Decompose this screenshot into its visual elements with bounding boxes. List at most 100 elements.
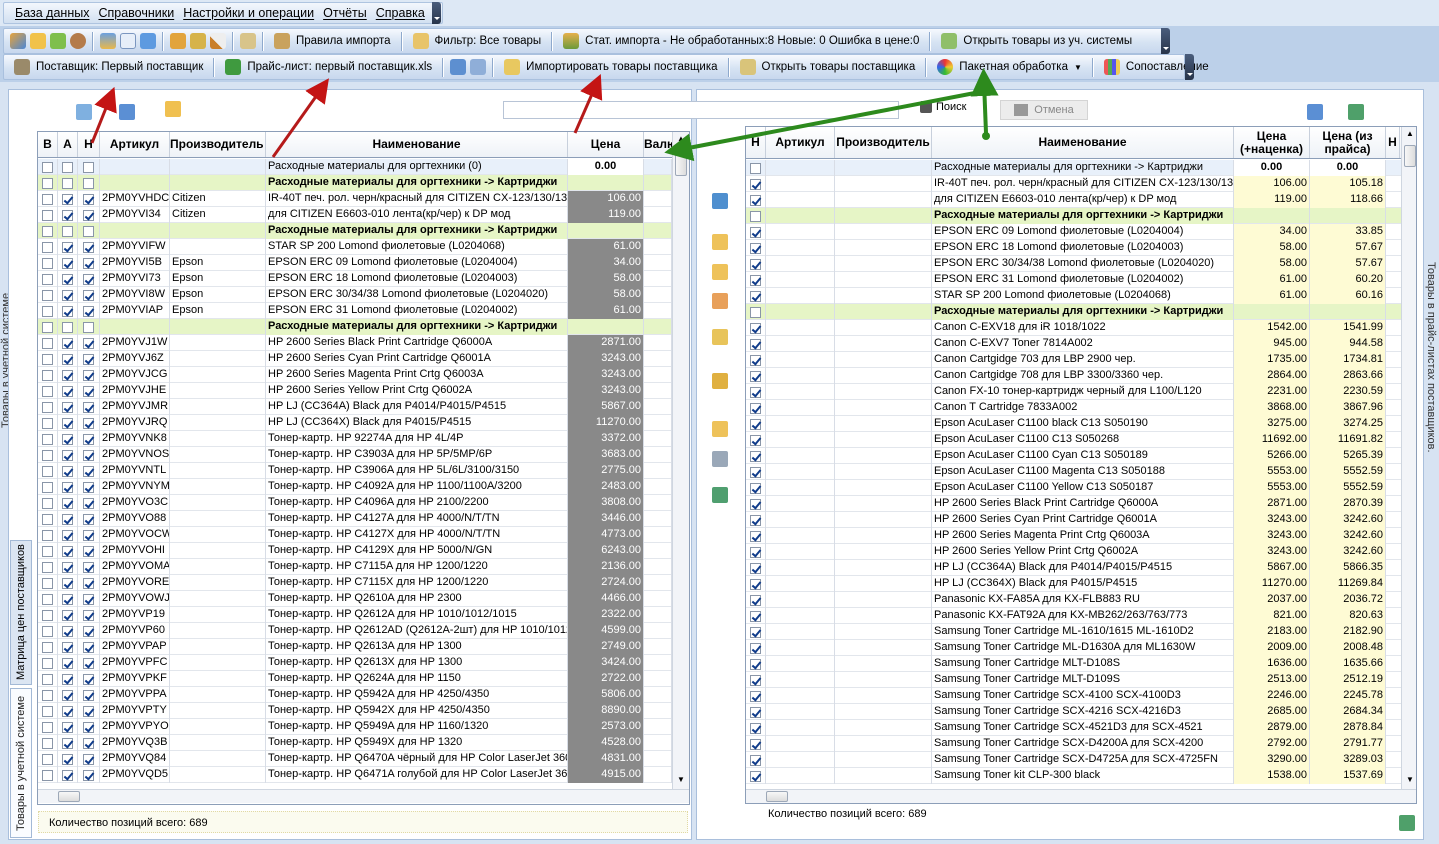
tab-price-matrix[interactable]: Матрица цен поставщиков <box>10 540 32 685</box>
table-row[interactable]: 2PM0YVI73 Epson EPSON ERC 18 Lomond фиолет… <box>38 271 672 287</box>
checkbox[interactable] <box>42 545 53 557</box>
checkbox[interactable] <box>62 529 73 541</box>
checkbox[interactable] <box>62 625 73 637</box>
search-button[interactable]: Поиск <box>920 101 966 113</box>
connect-icon[interactable] <box>10 33 26 49</box>
checkbox[interactable] <box>750 210 761 222</box>
table-row[interactable]: EPSON ERC 30/34/38 Lomond фиолетовые (L0… <box>746 256 1401 272</box>
table-row[interactable]: Расходные материалы для оргтехники -> Ка… <box>746 160 1401 176</box>
checkbox[interactable] <box>62 305 73 317</box>
checkbox[interactable] <box>42 241 53 253</box>
table-row[interactable]: 2PM0YVPYO Тонер-картр. HP Q5949A для HP 1… <box>38 719 672 735</box>
left-horizontal-scrollbar[interactable] <box>38 789 689 803</box>
table-row[interactable]: Samsung Toner Cartridge MLT-D108S 1636.00… <box>746 656 1401 672</box>
checkbox[interactable] <box>83 257 94 269</box>
table-row[interactable]: 2PM0YVP60 Тонер-картр. HP Q2612AD (Q2612A… <box>38 623 672 639</box>
right-vertical-scrollbar[interactable]: ▲ ▼ <box>1401 127 1416 789</box>
tab-accounting-goods[interactable]: Товары в учетной системе <box>10 688 32 838</box>
hscroll-thumb[interactable] <box>766 791 788 802</box>
table-row[interactable]: Epson AcuLaser C1100 Cyan C13 S050189 526… <box>746 448 1401 464</box>
col-name[interactable]: Наименование <box>266 132 568 157</box>
checkbox[interactable] <box>62 481 73 493</box>
table-row[interactable]: Расходные материалы для оргтехники -> Ка… <box>38 175 672 191</box>
checkbox[interactable] <box>83 625 94 637</box>
checkbox[interactable] <box>83 369 94 381</box>
checkbox[interactable] <box>83 321 94 333</box>
checkbox[interactable] <box>62 273 73 285</box>
table-row[interactable]: Canon C-EXV7 Toner 7814A002 945.00 944.58 <box>746 336 1401 352</box>
checkbox[interactable] <box>42 433 53 445</box>
checkbox[interactable] <box>42 401 53 413</box>
table-row[interactable]: HP 2600 Series Yellow Print Crtg Q6002A 3… <box>746 544 1401 560</box>
checkbox[interactable] <box>750 322 761 334</box>
checkbox[interactable] <box>83 561 94 573</box>
checkbox[interactable] <box>42 529 53 541</box>
scroll-thumb[interactable] <box>1404 145 1416 167</box>
table-row[interactable]: Samsung Toner Cartridge MLT-D109S 2513.00… <box>746 672 1401 688</box>
folder-open-icon[interactable] <box>712 264 728 280</box>
checkbox[interactable] <box>83 721 94 733</box>
scroll-up-icon[interactable]: ▲ <box>1406 129 1414 138</box>
tree-link-icon[interactable] <box>712 487 728 503</box>
checkbox[interactable] <box>750 242 761 254</box>
checkbox[interactable] <box>750 274 761 286</box>
checkbox[interactable] <box>42 705 53 717</box>
table-row[interactable]: EPSON ERC 18 Lomond фиолетовые (L0204003… <box>746 240 1401 256</box>
table-row[interactable]: для CITIZEN E6603-010 лента(кр/чер) к DP… <box>746 192 1401 208</box>
table-row[interactable]: 2PM0YVPTY Тонер-картр. HP Q5942X для HP 4… <box>38 703 672 719</box>
checkbox[interactable] <box>83 209 94 221</box>
open-supplier-goods-button[interactable]: Открыть товары поставщика <box>734 59 922 75</box>
checkbox[interactable] <box>750 338 761 350</box>
checkbox[interactable] <box>750 482 761 494</box>
table-row[interactable]: 2PM0YVQD5 Тонер-картр. HP Q6471A голубой … <box>38 767 672 783</box>
table-row[interactable]: STAR SP 200 Lomond фиолетовые (L0204068)… <box>746 288 1401 304</box>
checkbox[interactable] <box>750 674 761 686</box>
table-row[interactable]: 2PM0YVPPA Тонер-картр. HP Q5942A для HP 4… <box>38 687 672 703</box>
table-row[interactable]: 2PM0YVO88 Тонер-картр. HP C4127A для HP 4… <box>38 511 672 527</box>
checkbox[interactable] <box>750 290 761 302</box>
checkbox[interactable] <box>62 577 73 589</box>
import-supplier-goods-button[interactable]: Импортировать товары поставщика <box>498 59 723 75</box>
table-row[interactable]: HP 2600 Series Cyan Print Cartridge Q600… <box>746 512 1401 528</box>
checkbox[interactable] <box>62 401 73 413</box>
table-row[interactable]: 2PM0YVNYM Тонер-картр. HP C4092A для HP 1… <box>38 479 672 495</box>
checkbox[interactable] <box>62 737 73 749</box>
table-row[interactable]: 2PM0YVORE Тонер-картр. HP C7115X для HP 1… <box>38 575 672 591</box>
col-article[interactable]: Артикул <box>100 132 170 157</box>
checkbox[interactable] <box>750 626 761 638</box>
checkbox[interactable] <box>62 337 73 349</box>
checkbox[interactable] <box>42 641 53 653</box>
table-row[interactable]: HP 2600 Series Magenta Print Crtg Q6003A… <box>746 528 1401 544</box>
checkbox[interactable] <box>83 289 94 301</box>
checkbox[interactable] <box>42 177 53 189</box>
checkbox[interactable] <box>83 337 94 349</box>
menu-help[interactable]: Справка <box>376 6 425 20</box>
table-icon[interactable] <box>470 59 487 75</box>
user-icon[interactable] <box>70 33 86 49</box>
toolbar2-overflow-button[interactable] <box>1185 54 1194 80</box>
table-row[interactable]: 2PM0YVJCG HP 2600 Series Magenta Print Cr… <box>38 367 672 383</box>
checkbox[interactable] <box>83 513 94 525</box>
checkbox[interactable] <box>42 721 53 733</box>
checkbox[interactable] <box>750 354 761 366</box>
table-row[interactable]: Samsung Toner Cartridge ML-D1630A для ML… <box>746 640 1401 656</box>
checkbox[interactable] <box>750 530 761 542</box>
table-row[interactable]: 2PM0YVPFC Тонер-картр. HP Q2613X для HP 1… <box>38 655 672 671</box>
table-row[interactable]: 2PM0YVOCW Тонер-картр. HP C4127X для HP 4… <box>38 527 672 543</box>
box-link-icon[interactable] <box>712 373 728 389</box>
checkbox[interactable] <box>750 306 761 318</box>
table-row[interactable]: 2PM0YVPKF Тонер-картр. HP Q2624A для HP 1… <box>38 671 672 687</box>
checkbox[interactable] <box>750 258 761 270</box>
table-row[interactable]: Samsung Toner Cartridge SCX-4100 SCX-410… <box>746 688 1401 704</box>
pricelist-button[interactable]: Прайс-лист: первый поставщик.xls <box>219 59 438 75</box>
checkbox[interactable] <box>62 241 73 253</box>
table-row[interactable]: Samsung Toner Cartridge SCX-4521D3 для S… <box>746 720 1401 736</box>
checkbox[interactable] <box>750 754 761 766</box>
col-name[interactable]: Наименование <box>932 127 1234 158</box>
table-row[interactable]: HP LJ (CC364X) Black для P4015/P4515 1127… <box>746 576 1401 592</box>
checkbox[interactable] <box>42 769 53 781</box>
table-row[interactable]: 2PM0YVI5B Epson EPSON ERC 09 Lomond фиолет… <box>38 255 672 271</box>
checkbox[interactable] <box>83 641 94 653</box>
checkbox[interactable] <box>42 353 53 365</box>
scroll-up-icon[interactable]: ▲ <box>677 134 685 143</box>
